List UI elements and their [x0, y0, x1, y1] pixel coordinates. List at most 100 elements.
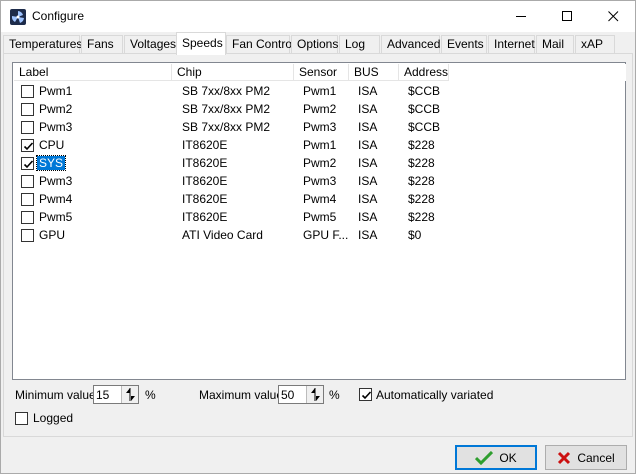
row-checkbox[interactable] [21, 229, 34, 242]
maximum-value-spinner[interactable]: 50 [278, 385, 324, 404]
ok-label: OK [499, 450, 517, 465]
auto-variated-checkbox[interactable] [359, 388, 372, 401]
table-row[interactable]: Pwm3 IT8620E Pwm3 ISA $228 [14, 172, 626, 190]
window-title: Configure [32, 9, 85, 23]
row-chip: ATI Video Card [182, 228, 263, 242]
row-address: $228 [408, 192, 435, 206]
row-checkbox[interactable] [21, 211, 34, 224]
tab-speeds[interactable]: Speeds [176, 32, 226, 55]
tab-options[interactable]: Options [291, 35, 338, 54]
row-chip: SB 7xx/8xx PM2 [182, 102, 271, 116]
tab-advanced[interactable]: Advanced [381, 35, 440, 54]
row-chip: IT8620E [182, 138, 228, 152]
table-row[interactable]: GPU ATI Video Card GPU F... ISA $0 [14, 226, 626, 244]
row-address: $0 [408, 228, 422, 242]
table-row[interactable]: Pwm2 SB 7xx/8xx PM2 Pwm2 ISA $CCB [14, 100, 626, 118]
tab-xap[interactable]: xAP [575, 35, 615, 54]
tab-events[interactable]: Events [441, 35, 487, 54]
tab-strip: Temperatures Fans Voltages Speeds Fan Co… [3, 32, 635, 55]
checkmark-icon [475, 450, 494, 465]
cancel-button[interactable]: Cancel [545, 445, 627, 470]
table-row[interactable]: SYS IT8620E Pwm2 ISA $228 [14, 154, 626, 172]
tab-fan-control[interactable]: Fan Control [226, 35, 295, 54]
row-chip: SB 7xx/8xx PM2 [182, 120, 271, 134]
spin-arrows-icon[interactable] [306, 386, 323, 403]
row-bus: ISA [358, 138, 378, 152]
row-sensor: Pwm1 [303, 138, 337, 152]
table-row[interactable]: CPU IT8620E Pwm1 ISA $228 [14, 136, 626, 154]
row-address: $228 [408, 174, 435, 188]
cancel-x-icon [558, 451, 571, 464]
row-bus: ISA [358, 156, 378, 170]
minimum-value-spinner[interactable]: 15 [93, 385, 139, 404]
minimum-value-label: Minimum value [15, 388, 96, 402]
row-label: CPU [39, 138, 65, 152]
row-sensor: Pwm2 [303, 156, 337, 170]
row-sensor: Pwm5 [303, 210, 337, 224]
row-label: Pwm5 [39, 210, 73, 224]
row-chip: SB 7xx/8xx PM2 [182, 84, 271, 98]
row-label: Pwm2 [39, 102, 73, 116]
column-header-chip[interactable]: Chip [172, 64, 294, 81]
row-bus: ISA [358, 174, 378, 188]
tab-fans[interactable]: Fans [81, 35, 123, 54]
row-checkbox[interactable] [21, 175, 34, 188]
tab-log[interactable]: Log [339, 35, 380, 54]
maximum-value-label: Maximum value [199, 388, 284, 402]
close-button[interactable] [590, 1, 636, 32]
row-label: Pwm3 [39, 120, 73, 134]
row-bus: ISA [358, 102, 378, 116]
row-chip: IT8620E [182, 192, 228, 206]
minimum-value-field[interactable]: 15 [96, 388, 109, 402]
tab-internet[interactable]: Internet [488, 35, 535, 54]
ok-button[interactable]: OK [455, 445, 537, 470]
row-bus: ISA [358, 84, 378, 98]
row-checkbox[interactable] [21, 193, 34, 206]
column-header-address[interactable]: Address [399, 64, 449, 81]
maximum-unit: % [329, 388, 340, 402]
row-checkbox[interactable] [21, 103, 34, 116]
column-header-label[interactable]: Label [14, 64, 172, 81]
column-header-bus[interactable]: BUS [349, 64, 399, 81]
table-row[interactable]: Pwm5 IT8620E Pwm5 ISA $228 [14, 208, 626, 226]
row-bus: ISA [358, 228, 378, 242]
row-sensor: Pwm3 [303, 120, 337, 134]
table-row[interactable]: Pwm1 SB 7xx/8xx PM2 Pwm1 ISA $CCB [14, 82, 626, 100]
auto-variated-label[interactable]: Automatically variated [376, 388, 493, 402]
column-header-sensor[interactable]: Sensor [294, 64, 349, 81]
row-chip: IT8620E [182, 210, 228, 224]
row-checkbox[interactable] [21, 85, 34, 98]
row-checkbox[interactable] [21, 157, 34, 170]
row-checkbox[interactable] [21, 139, 34, 152]
row-checkbox[interactable] [21, 121, 34, 134]
row-bus: ISA [358, 120, 378, 134]
maximize-button[interactable] [544, 1, 590, 32]
list-header: Label Chip Sensor BUS Address [14, 64, 626, 81]
speeds-list[interactable]: Label Chip Sensor BUS Address Pwm1 SB 7xx… [12, 62, 626, 380]
minimum-unit: % [145, 388, 156, 402]
table-row[interactable]: Pwm4 IT8620E Pwm4 ISA $228 [14, 190, 626, 208]
tab-mail[interactable]: Mail [536, 35, 574, 54]
row-sensor: Pwm1 [303, 84, 337, 98]
maximum-value-field[interactable]: 50 [281, 388, 294, 402]
spin-arrows-icon[interactable] [121, 386, 138, 403]
minimize-button[interactable] [498, 1, 544, 32]
logged-checkbox[interactable] [15, 412, 28, 425]
row-address: $CCB [408, 120, 441, 134]
row-label: SYS [35, 155, 67, 171]
row-sensor: Pwm2 [303, 102, 337, 116]
row-address: $CCB [408, 102, 441, 116]
tab-voltages[interactable]: Voltages [124, 35, 177, 54]
row-label: Pwm1 [39, 84, 73, 98]
row-address: $228 [408, 210, 435, 224]
speeds-panel: Label Chip Sensor BUS Address Pwm1 SB 7xx… [3, 53, 633, 437]
row-bus: ISA [358, 210, 378, 224]
logged-label[interactable]: Logged [33, 411, 73, 425]
row-bus: ISA [358, 192, 378, 206]
tab-temperatures[interactable]: Temperatures [3, 35, 82, 54]
app-fan-icon [10, 9, 26, 25]
table-row[interactable]: Pwm3 SB 7xx/8xx PM2 Pwm3 ISA $CCB [14, 118, 626, 136]
row-address: $228 [408, 138, 435, 152]
row-address: $CCB [408, 84, 441, 98]
row-label: GPU [39, 228, 66, 242]
